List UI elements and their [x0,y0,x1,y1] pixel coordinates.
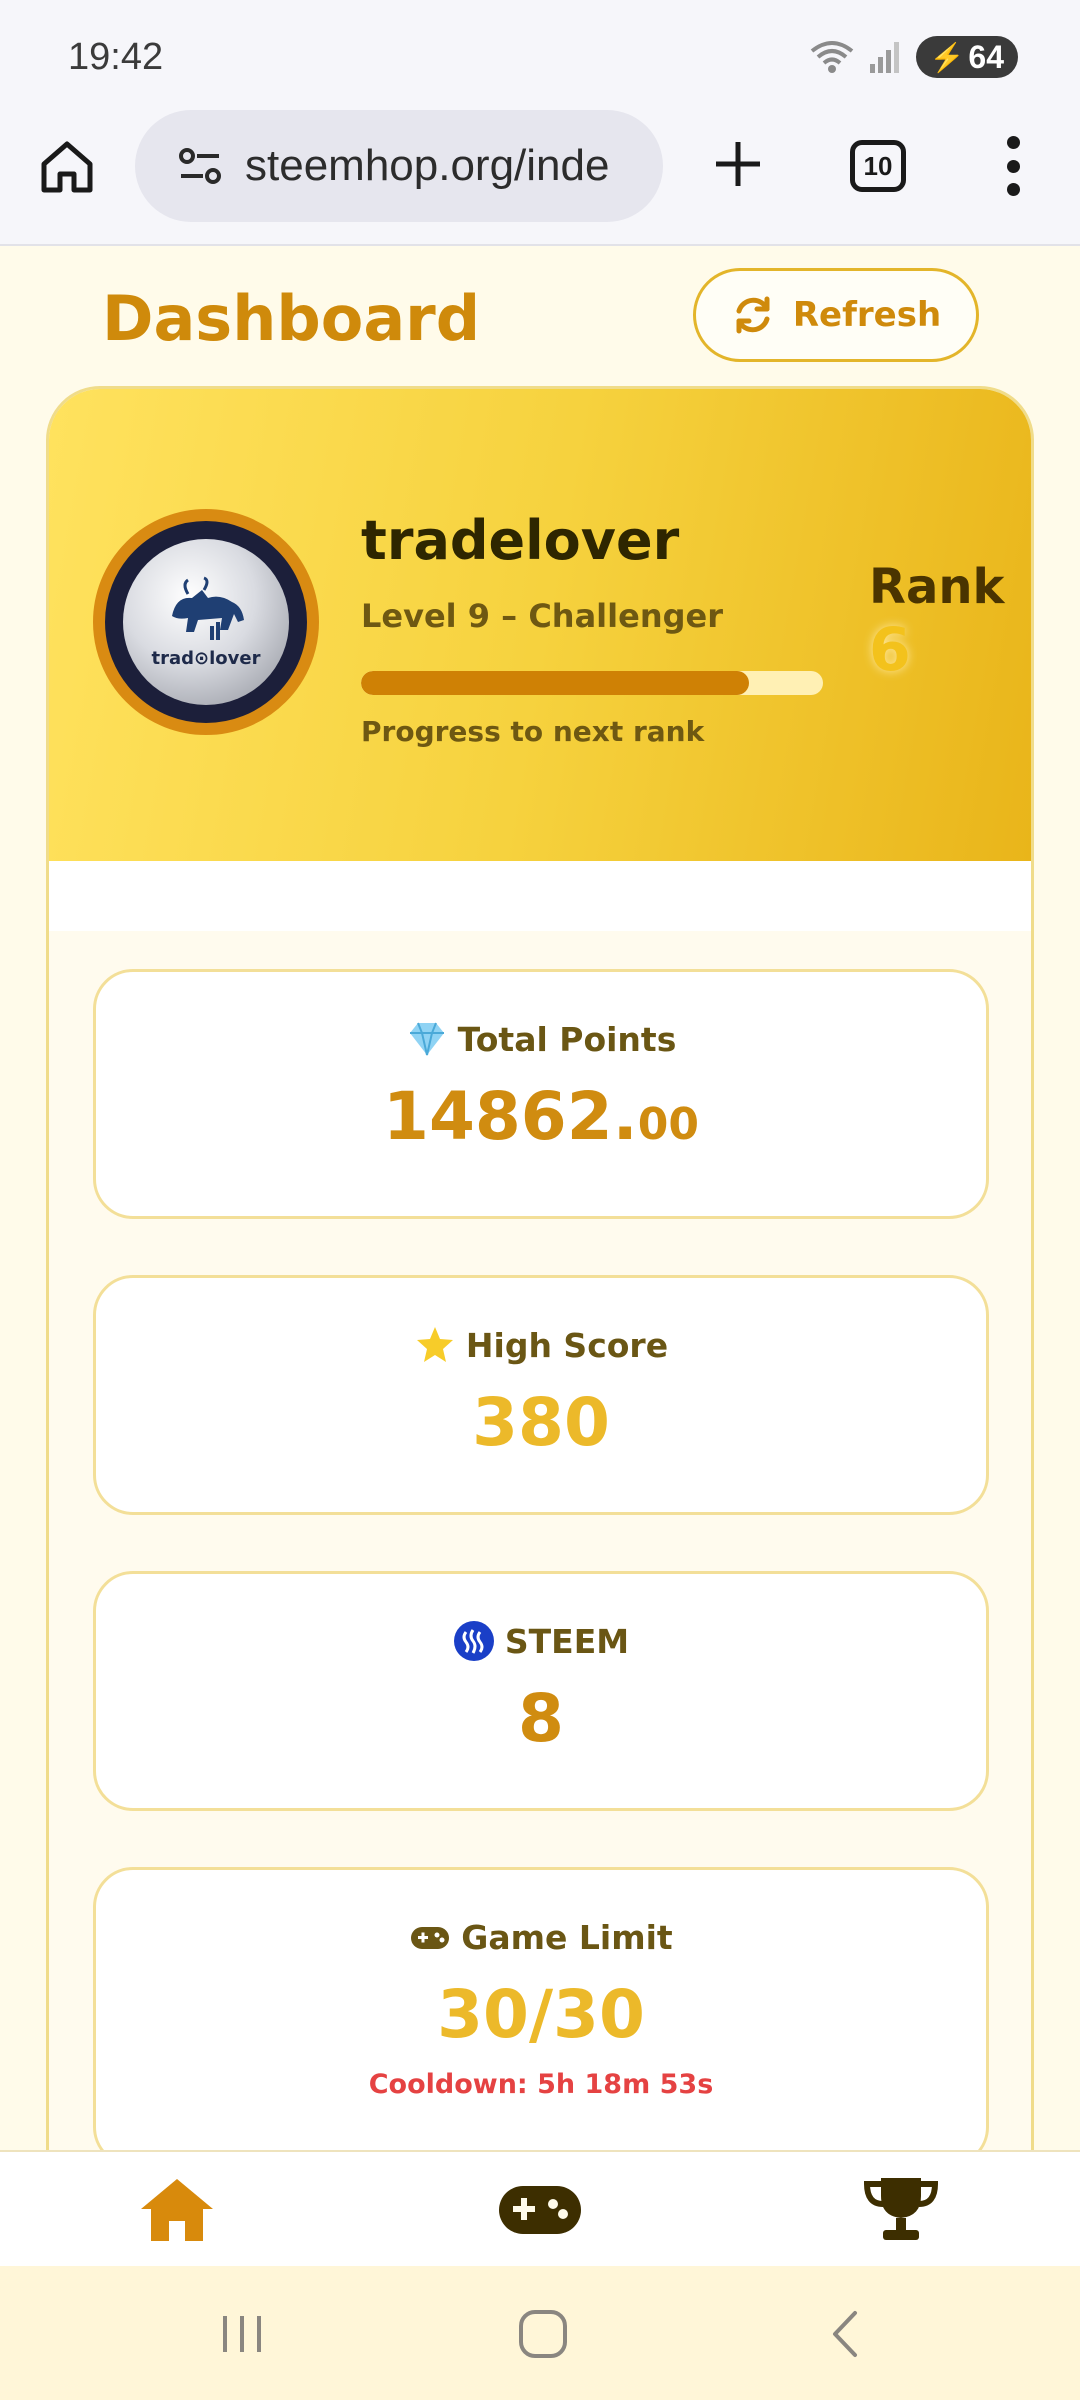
charging-icon: ⚡ [929,41,965,73]
signal-icon [869,42,899,73]
recent-apps-button[interactable] [207,2302,277,2366]
total-points-label: Total Points [457,1019,677,1059]
gamepad-icon [411,1927,450,1949]
page-title: Dashboard [102,282,481,355]
back-icon [833,2311,857,2357]
game-limit-label: Game Limit [461,1917,673,1957]
dashboard-card: trad⊙lover tradelover Level 9 – Challeng… [46,386,1034,2150]
system-nav-bar [0,2266,1080,2400]
gamepad-icon [499,2186,581,2234]
refresh-label: Refresh [792,295,942,335]
tab-switcher-button[interactable]: 10 [850,140,906,192]
battery-indicator: ⚡ 64 [915,36,1018,78]
home-icon [141,2179,213,2241]
avatar: trad⊙lover [93,509,319,735]
nav-games[interactable] [495,2170,585,2250]
gem-icon [409,1022,444,1056]
refresh-icon [736,296,770,334]
bottom-nav [0,2150,1080,2266]
cooldown-timer: Cooldown: 5h 18m 53s [368,2069,714,2100]
nav-leaderboard[interactable] [856,2170,946,2250]
rank-progress-bar [361,671,823,695]
address-bar[interactable]: steemhop.org/inde [135,110,663,222]
browser-home-icon[interactable] [38,138,96,196]
status-time: 19:42 [68,36,164,78]
profile-hero: trad⊙lover tradelover Level 9 – Challeng… [49,389,1031,861]
rank-progress-fill [361,671,750,695]
game-limit-card: Game Limit 30/30 Cooldown: 5h 18m 53s [93,1867,989,2150]
username: tradelover [361,509,680,572]
high-score-label-row: High Score [96,1324,986,1366]
new-tab-icon[interactable] [708,134,768,194]
star-icon [416,1327,453,1362]
rank-value: 6 [869,615,911,685]
home-circle-icon [519,2310,567,2358]
avatar-logo: trad⊙lover [123,539,289,705]
high-score-card: High Score 380 [93,1275,989,1515]
browser-toolbar: steemhop.org/inde 10 [0,110,1080,246]
nav-home[interactable] [132,2170,222,2250]
hero-divider [49,861,1031,931]
bull-bear-icon [172,576,244,640]
game-limit-value: 30/30 [437,1976,645,2053]
battery-level: 64 [968,38,1004,75]
status-bar: 19:42 ⚡ 64 [0,0,1080,110]
rank-label: Rank [869,559,1005,615]
home-button[interactable] [508,2302,578,2366]
game-limit-label-row: Game Limit [96,1916,986,1958]
avatar-text: trad⊙lover [151,647,261,669]
recent-apps-icon [223,2316,261,2352]
trophy-icon [863,2178,939,2240]
url-text: steemhop.org/inde [245,141,610,190]
steem-value: 8 [518,1680,564,1757]
back-button[interactable] [810,2302,880,2366]
page-content: Dashboard Refresh trad⊙lover tradelover … [0,246,1080,2150]
level-text: Level 9 – Challenger [361,597,723,635]
wifi-icon [810,41,853,73]
browser-menu-icon[interactable] [998,136,1028,196]
site-settings-icon[interactable] [177,143,223,189]
steem-label-row: STEEM [96,1620,986,1662]
total-points-label-row: Total Points [96,1018,986,1060]
steem-logo-icon [453,1621,494,1661]
total-points-value: 14862.00 [383,1078,699,1155]
refresh-button[interactable]: Refresh [693,268,979,362]
status-icons: ⚡ 64 [810,36,1018,78]
total-points-card: Total Points 14862.00 [93,969,989,1219]
high-score-label: High Score [465,1325,669,1365]
progress-label: Progress to next rank [361,715,705,748]
high-score-value: 380 [472,1384,610,1461]
steem-label: STEEM [504,1621,630,1661]
steem-card: STEEM 8 [93,1571,989,1811]
